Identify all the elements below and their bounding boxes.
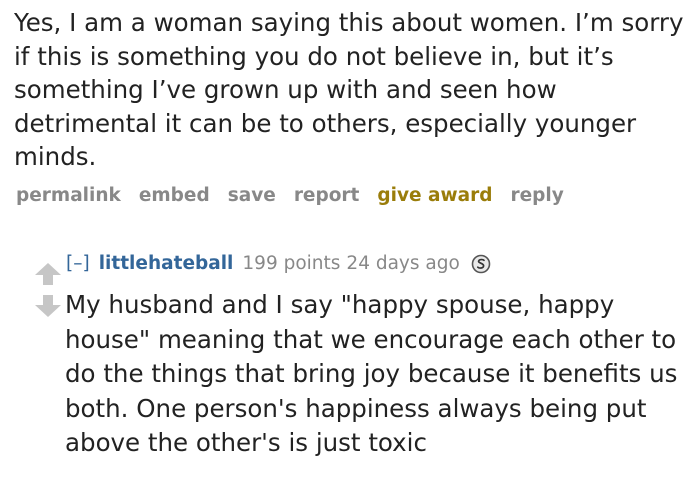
reply-button[interactable]: reply bbox=[510, 185, 563, 206]
comment-time: 24 days ago bbox=[346, 253, 460, 274]
collapse-toggle[interactable]: [–] bbox=[66, 253, 90, 274]
embed-button[interactable]: embed bbox=[139, 185, 210, 206]
downvote-arrow-icon[interactable] bbox=[34, 294, 62, 318]
report-button[interactable]: report bbox=[294, 185, 360, 206]
parent-comment-buttons: permalink embed save report give award r… bbox=[16, 185, 564, 206]
comment-score: 199 points bbox=[242, 253, 341, 274]
comment-author[interactable]: littlehateball bbox=[99, 253, 234, 274]
permalink-button[interactable]: permalink bbox=[16, 185, 121, 206]
child-comment-text: My husband and I say "happy spouse, happ… bbox=[65, 290, 678, 457]
parent-comment-text: Yes, I am a woman saying this about wome… bbox=[14, 8, 684, 171]
comment-tagline: [–] littlehateball 199 points 24 days ag… bbox=[66, 253, 491, 274]
child-comment: [–] littlehateball 199 points 24 days ag… bbox=[0, 240, 700, 495]
upvote-arrow-icon[interactable] bbox=[34, 262, 62, 286]
parent-comment-body: Yes, I am a woman saying this about wome… bbox=[14, 6, 694, 174]
child-comment-body: My husband and I say "happy spouse, happ… bbox=[65, 288, 695, 461]
vote-arrows bbox=[34, 262, 62, 318]
silver-award-icon[interactable] bbox=[471, 254, 491, 274]
give-award-button[interactable]: give award bbox=[377, 185, 492, 206]
save-button[interactable]: save bbox=[228, 185, 276, 206]
